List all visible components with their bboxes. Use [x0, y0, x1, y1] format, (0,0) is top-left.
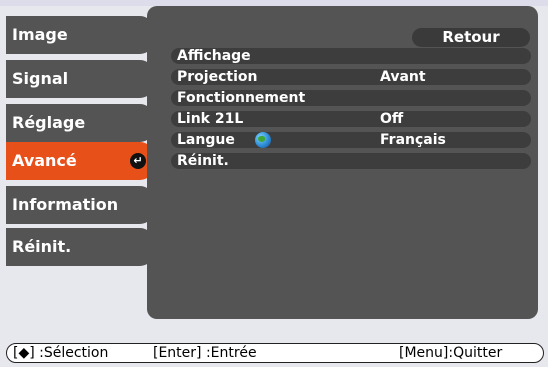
- menu-row-label: Affichage: [177, 48, 251, 64]
- select-hint: [◆] :Sélection: [13, 345, 109, 361]
- sidebar-item-signal[interactable]: Signal: [6, 60, 154, 98]
- sidebar-item-reinit[interactable]: Réinit.: [6, 228, 154, 266]
- sidebar-item-label: Information: [12, 195, 119, 214]
- enter-hint: [Enter] :Entrée: [153, 345, 257, 361]
- sidebar-item-image[interactable]: Image: [6, 16, 154, 54]
- menu-row-label: Réinit.: [177, 153, 229, 169]
- menu-row-label: Langue: [177, 132, 235, 148]
- sidebar-item-label: Réglage: [12, 113, 86, 132]
- sidebar-item-reglage[interactable]: Réglage: [6, 104, 154, 142]
- menu-hint: [Menu]:Quitter: [399, 345, 503, 361]
- sidebar-item-label: Image: [12, 25, 68, 44]
- sidebar-item-label: Signal: [12, 69, 69, 88]
- menu-row-value: Français: [380, 132, 446, 148]
- menu-row-value: Avant: [380, 69, 426, 85]
- footer-hint-bar: [◆] :Sélection [Enter] :Entrée [Menu]:Qu…: [6, 343, 544, 363]
- back-button[interactable]: Retour: [412, 28, 530, 47]
- sidebar-item-label: Avancé: [12, 151, 77, 170]
- enter-icon: ↵: [130, 153, 146, 169]
- menu-row-label: Link 21L: [177, 111, 244, 127]
- sidebar-item-label: Réinit.: [12, 237, 72, 256]
- sidebar-item-information[interactable]: Information: [6, 186, 154, 224]
- sidebar-item-avance[interactable]: Avancé ↵: [6, 142, 154, 180]
- menu-row-label: Fonctionnement: [177, 90, 306, 106]
- menu-row-label: Projection: [177, 69, 258, 85]
- globe-icon: [255, 132, 271, 148]
- menu-row-value: Off: [380, 111, 404, 127]
- settings-panel: Retour Affichage Projection Avant Foncti…: [147, 6, 538, 319]
